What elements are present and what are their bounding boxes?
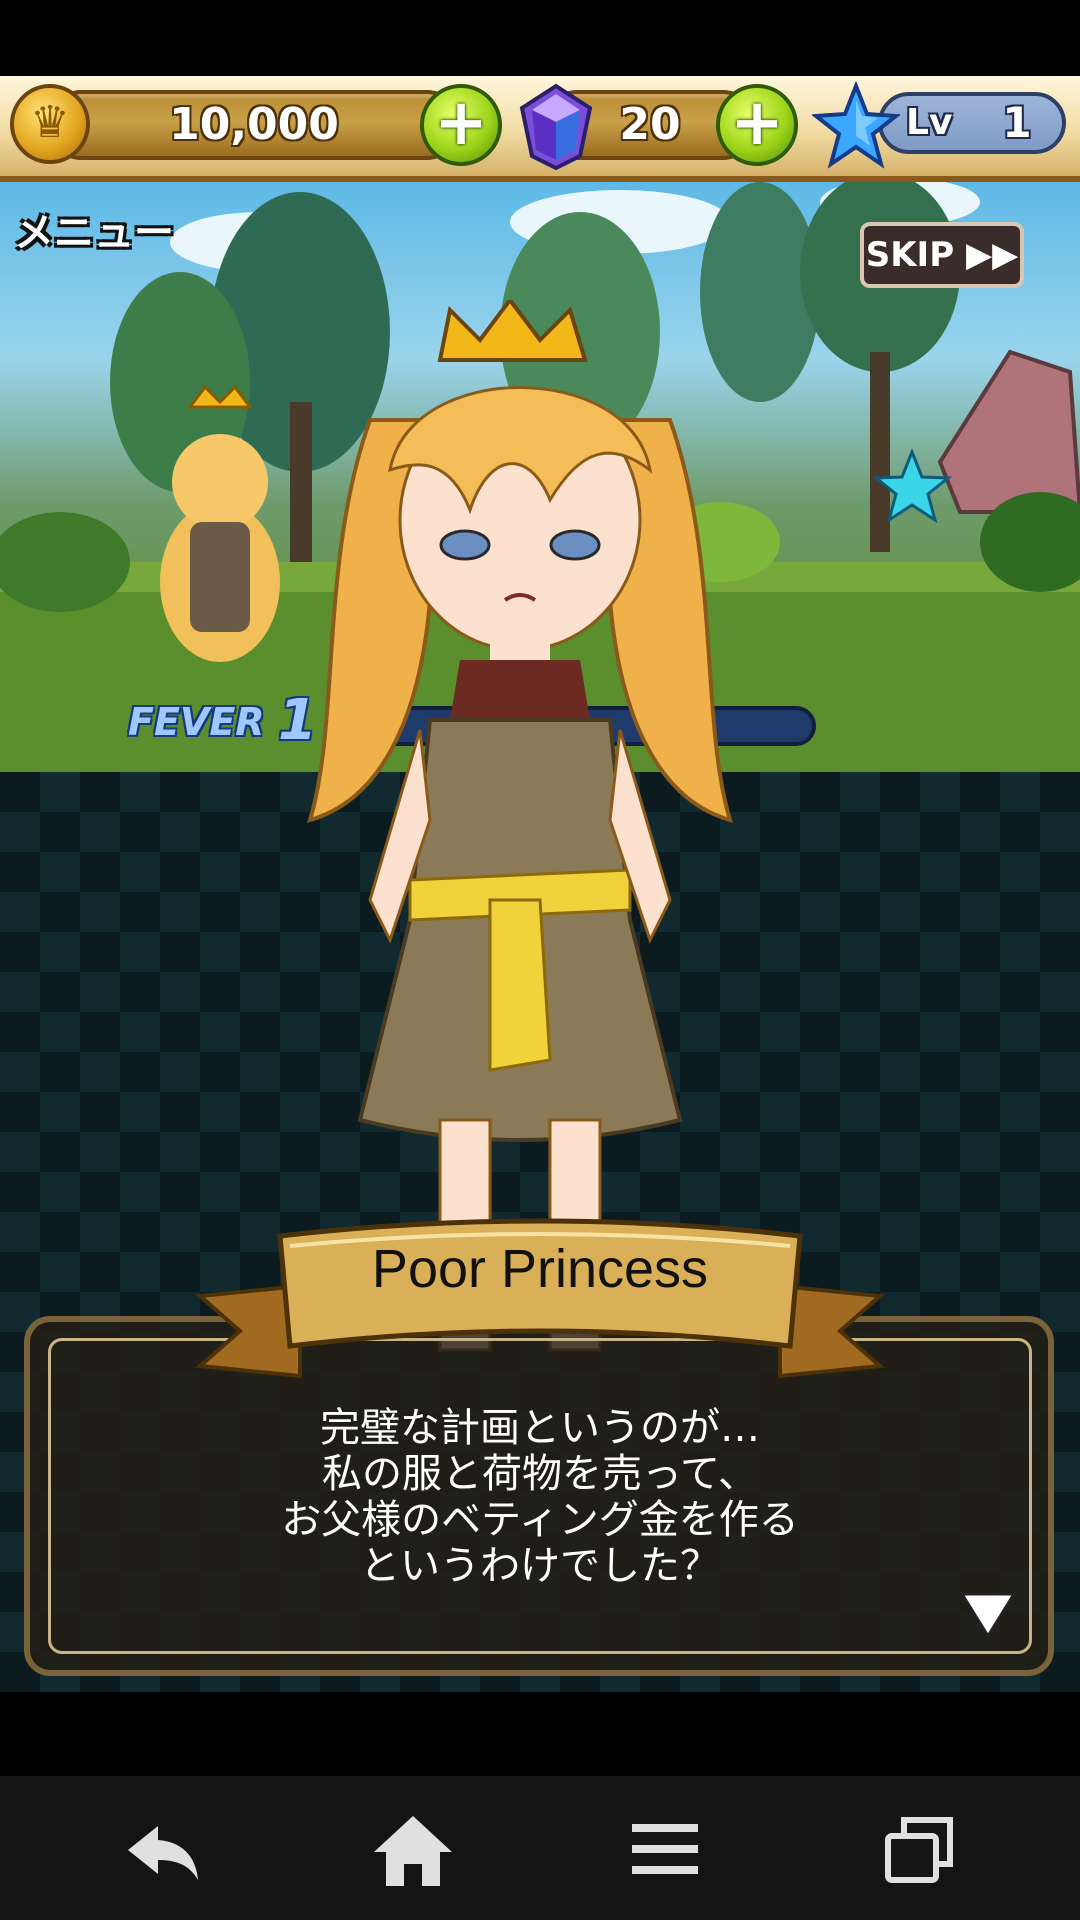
gem-icon	[519, 83, 593, 170]
home-icon[interactable]	[368, 1806, 458, 1892]
coin-counter: 10,000	[50, 90, 458, 160]
resource-bar: 10,000 ♛ + 20 + Lv 1	[0, 76, 1080, 182]
fever-label: FEVER	[128, 700, 265, 744]
coin-icon: ♛	[10, 84, 90, 164]
back-icon[interactable]	[118, 1806, 208, 1892]
recent-apps-icon[interactable]	[874, 1806, 964, 1892]
level-value: 1	[1002, 98, 1032, 147]
menu-button[interactable]: メニュー	[14, 200, 174, 258]
coin-amount: 10,000	[169, 99, 339, 150]
triangle-down-icon[interactable]	[958, 1590, 1018, 1640]
speaker-name: Poor Princess	[371, 1239, 709, 1299]
skip-button[interactable]: SKIP ▶▶	[860, 222, 1024, 288]
level-display: Lv 1	[878, 92, 1066, 154]
gem-amount: 20	[619, 99, 681, 150]
star-icon	[812, 82, 900, 169]
level-label: Lv	[906, 102, 953, 143]
menu-icon[interactable]	[620, 1806, 710, 1892]
add-gems-button[interactable]: +	[716, 84, 798, 166]
add-coins-button[interactable]: +	[420, 84, 502, 166]
dialogue-text: 完璧な計画というのが… 私の服と荷物を売って、 お父様のベティング金を作る とい…	[281, 1405, 799, 1589]
